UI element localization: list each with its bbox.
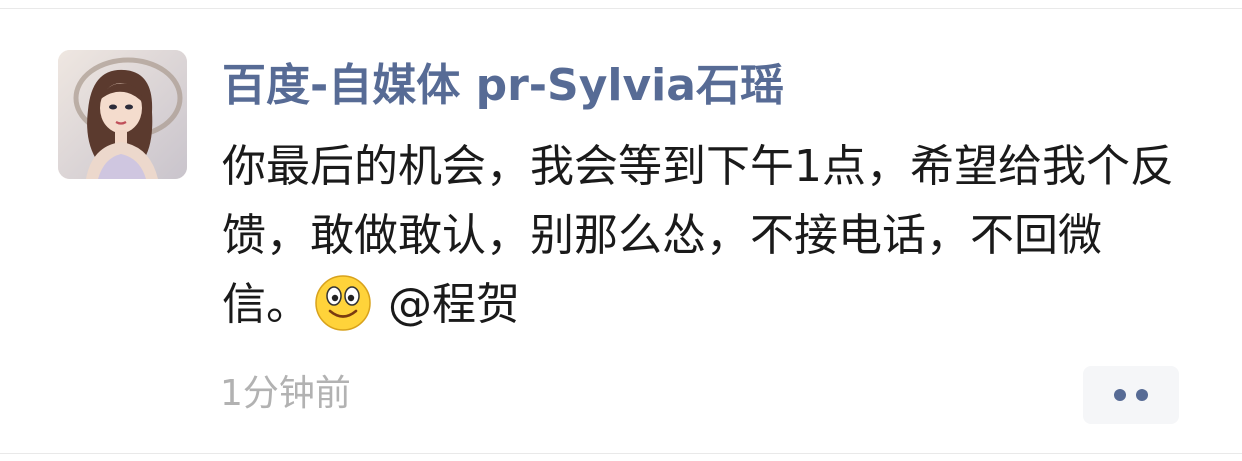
mention-link[interactable]: @程贺	[388, 279, 520, 330]
avatar-illustration	[58, 50, 187, 179]
post-timestamp: 1分钟前	[220, 373, 351, 414]
bottom-divider	[0, 453, 1242, 454]
post-content: 你最后的机会，我会等到下午1点，希望给我个反馈，敢做敢认，别那么怂，不接电话，不…	[222, 132, 1182, 339]
moments-post: 百度-自媒体 pr-Sylvia石瑶 你最后的机会，我会等到下午1点，希望给我个…	[0, 0, 1242, 461]
more-actions-button[interactable]	[1083, 366, 1179, 424]
two-dots-icon	[1136, 389, 1148, 401]
avatar[interactable]	[58, 50, 187, 179]
author-name[interactable]: 百度-自媒体 pr-Sylvia石瑶	[222, 56, 784, 116]
smiley-face-icon	[314, 274, 372, 332]
top-divider	[0, 8, 1242, 9]
two-dots-icon	[1114, 389, 1126, 401]
